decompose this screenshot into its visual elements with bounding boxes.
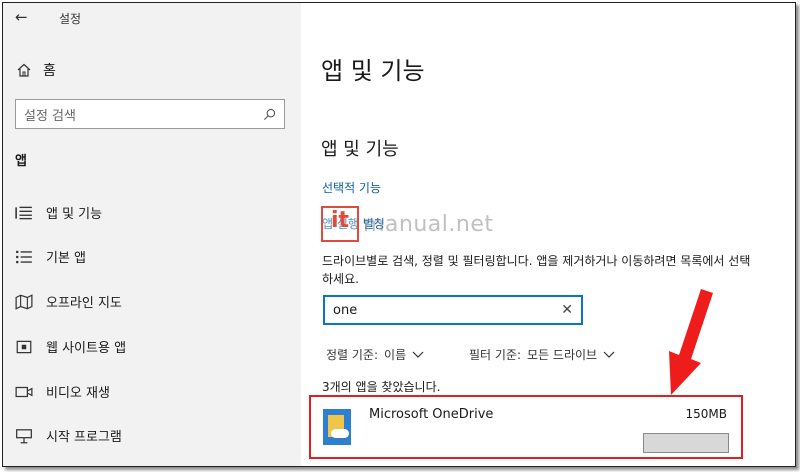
app-list-item[interactable]: Microsoft OneDrive 150MB [309,395,743,459]
home-label: 홈 [43,63,56,79]
filter-value: 모든 드라이브 [527,348,598,362]
sidebar-item-default-apps[interactable]: 기본 앱 [15,247,86,266]
clear-search-icon[interactable]: ✕ [561,302,573,318]
onedrive-app-icon [323,409,351,445]
settings-window: ← 설정 홈 설정 검색 앱 앱 및 기능 기본 앱 오프라인 지도 웹 사이트… [2,2,796,467]
results-count: 3개의 앱을 찾았습니다. [322,380,441,394]
app-date-redacted [643,433,729,453]
sidebar-item-startup[interactable]: 시작 프로그램 [15,426,122,445]
watermark-logo: it manual.net [321,206,494,242]
sidebar-item-label: 시작 프로그램 [46,430,122,445]
page-title: 앱 및 기능 [321,57,425,85]
app-size: 150MB [685,407,728,421]
window-title: 설정 [59,12,82,26]
main-content: 앱 및 기능 앱 및 기능 선택적 기능 앱 실행 별칭 it manual.n… [301,3,795,466]
watermark-text: manual.net [363,211,494,237]
chevron-down-icon [603,351,615,358]
sidebar-item-label: 비디오 재생 [46,386,110,401]
offline-maps-icon [15,293,33,310]
app-search-value: one [333,302,358,318]
sidebar-item-apps-features[interactable]: 앱 및 기능 [15,203,102,222]
sidebar-item-label: 오프라인 지도 [46,296,122,311]
sort-label: 정렬 기준: [326,348,379,362]
home-icon [17,63,31,77]
sidebar-item-apps-for-websites[interactable]: 웹 사이트용 앱 [15,337,126,356]
apps-for-websites-icon [16,340,32,353]
search-placeholder: 설정 검색 [24,108,76,124]
app-name: Microsoft OneDrive [369,407,494,422]
search-icon[interactable] [263,108,276,121]
home-nav[interactable]: 홈 [17,60,56,80]
sidebar-item-offline-maps[interactable]: 오프라인 지도 [15,292,122,311]
sidebar-item-label: 앱 및 기능 [46,207,103,222]
chevron-down-icon [412,351,424,358]
annotation-arrow-icon [669,289,713,395]
back-arrow-icon[interactable]: ← [15,8,28,26]
optional-features-link[interactable]: 선택적 기능 [322,179,381,196]
description-text: 드라이브별로 검색, 정렬 및 필터링합니다. 앱을 제거하거나 이동하려면 목… [322,254,751,286]
filter-dropdown[interactable]: 필터 기준: 모든 드라이브 [469,346,615,363]
sidebar: ← 설정 홈 설정 검색 앱 앱 및 기능 기본 앱 오프라인 지도 웹 사이트… [3,3,301,466]
settings-search-input[interactable]: 설정 검색 [15,99,285,129]
apps-features-icon [15,206,32,219]
section-title: 앱 및 기능 [321,139,399,160]
sort-dropdown[interactable]: 정렬 기준: 이름 [326,346,424,363]
startup-icon [16,428,32,443]
sidebar-item-video-playback[interactable]: 비디오 재생 [15,382,110,401]
sidebar-item-label: 기본 앱 [46,251,87,266]
sort-value: 이름 [384,348,407,362]
video-playback-icon [15,386,33,397]
section-label-apps: 앱 [15,154,27,169]
title-bar: ← 설정 [3,3,301,33]
default-apps-icon [16,250,32,263]
watermark-mark: it [321,206,359,242]
sidebar-item-label: 웹 사이트용 앱 [46,341,127,356]
filter-label: 필터 기준: [469,348,522,362]
app-search-input[interactable]: one ✕ [323,295,583,325]
